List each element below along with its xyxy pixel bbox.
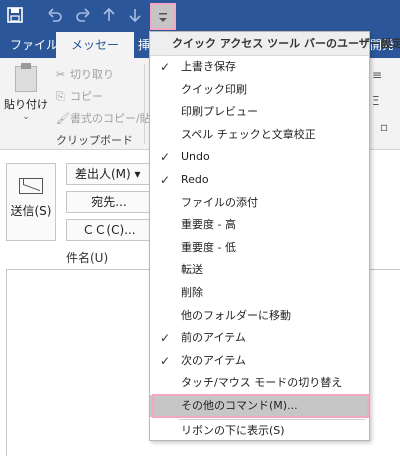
menu-item-label: その他のコマンド(M)...: [181, 399, 298, 412]
menu-item[interactable]: 他のフォルダーに移動: [150, 305, 369, 327]
menu-item[interactable]: リボンの下に表示(S): [150, 420, 369, 442]
paintbrush-icon: 🖌: [56, 112, 70, 125]
menu-title: クイック アクセス ツール バーのユーザー設定: [150, 32, 400, 56]
from-button[interactable]: 差出人(M) ▾: [66, 163, 152, 185]
paste-label: 貼り付け: [4, 98, 48, 111]
menu-item-label: 前のアイテム: [181, 331, 246, 345]
menu-item[interactable]: 重要度 - 低: [150, 237, 369, 259]
copy-button[interactable]: ⎘ コピー: [56, 88, 103, 106]
save-icon[interactable]: [4, 4, 26, 26]
to-button[interactable]: 宛先...: [66, 191, 152, 213]
redo-icon[interactable]: [72, 4, 94, 26]
clipboard-icon: [15, 63, 37, 92]
customize-qat-menu: クイック アクセス ツール バーのユーザー設定 ✓ 上書き保存クイック印刷 印刷プレ…: [149, 31, 400, 442]
menu-item[interactable]: 転送: [150, 259, 369, 281]
checkmark-icon: ✓: [159, 60, 171, 74]
menu-item-label: 転送: [181, 263, 203, 277]
menu-item[interactable]: 重要度 - 高: [150, 214, 369, 236]
scissors-icon: ✂: [56, 68, 66, 81]
customize-dropdown-icon[interactable]: [150, 3, 176, 30]
copy-label: コピー: [70, 90, 103, 103]
menu-item-label: クイック印刷: [181, 82, 247, 96]
menu-item[interactable]: ✓ Redo: [150, 169, 369, 191]
checkmark-icon: ✓: [159, 331, 171, 346]
menu-item[interactable]: その他のコマンド(M)...: [150, 395, 369, 417]
menu-item[interactable]: クイック印刷: [150, 79, 369, 101]
menu-item[interactable]: ファイルの添付: [150, 192, 369, 214]
clipboard-group-label: クリップボード: [56, 134, 133, 147]
format-painter-button[interactable]: 🖌書式のコピー/貼り: [56, 110, 162, 128]
send-envelope-icon: [19, 178, 43, 194]
checkmark-icon: ✓: [159, 173, 171, 187]
quick-access-toolbar: [0, 0, 400, 32]
ribbon-divider: [144, 64, 145, 144]
up-arrow-icon[interactable]: [98, 4, 120, 26]
paste-button[interactable]: 貼り付け ⌄: [4, 63, 48, 126]
menu-item-label: Redo: [181, 173, 209, 186]
subject-label: 件名(U): [66, 251, 109, 265]
cc-button[interactable]: ＣＣ(C)...: [66, 219, 152, 241]
menu-item[interactable]: 削除: [150, 282, 369, 304]
menu-item-label: 重要度 - 高: [181, 218, 236, 232]
format-painter-label: 書式のコピー/貼り: [70, 112, 162, 125]
menu-item[interactable]: 印刷プレビュー: [150, 101, 369, 123]
send-label: 送信(S): [10, 204, 52, 218]
menu-item-label: リボンの下に表示(S): [181, 423, 285, 437]
chevron-down-icon: ▾: [134, 167, 141, 181]
cut-button[interactable]: ✂ 切り取り: [56, 66, 114, 84]
menu-item[interactable]: スペル チェックと文章校正: [150, 124, 369, 146]
menu-item-label: 上書き保存: [181, 60, 236, 73]
menu-item-label: 削除: [181, 286, 203, 299]
expand-ribbon-group-icon[interactable]: ▫: [380, 120, 388, 134]
down-arrow-icon[interactable]: [124, 4, 146, 26]
undo-icon[interactable]: [44, 4, 66, 26]
from-label: 差出人(M): [75, 167, 131, 181]
menu-item-label: タッチ/マウス モードの切り替え: [181, 376, 343, 390]
ribbon-right-icon[interactable]: ≡: [372, 68, 382, 82]
tab-message[interactable]: メッセージ: [56, 32, 134, 78]
checkmark-icon: ✓: [159, 353, 171, 368]
menu-item[interactable]: ✓ 前のアイテム: [150, 327, 369, 349]
menu-item-label: スペル チェックと文章校正: [181, 127, 316, 141]
menu-item-label: 印刷プレビュー: [181, 105, 258, 119]
menu-item[interactable]: タッチ/マウス モードの切り替え: [150, 372, 369, 394]
copy-icon: ⎘: [56, 90, 65, 103]
chevron-down-icon[interactable]: ⌄: [4, 112, 48, 122]
ribbon-right-icon-2[interactable]: Ξ: [372, 94, 380, 108]
send-button[interactable]: 送信(S): [6, 163, 56, 241]
menu-item[interactable]: ✓ 次のアイテム: [150, 350, 369, 372]
checkmark-icon: ✓: [159, 150, 171, 165]
menu-item[interactable]: ✓ 上書き保存: [150, 56, 369, 78]
menu-item-label: ファイルの添付: [181, 195, 258, 209]
menu-item-label: 他のフォルダーに移動: [181, 308, 291, 322]
menu-item-label: Undo: [181, 150, 210, 164]
cut-label: 切り取り: [70, 68, 114, 81]
menu-item-label: 次のアイテム: [181, 353, 246, 367]
menu-item-label: 重要度 - 低: [181, 240, 236, 254]
menu-item[interactable]: ✓ Undo: [150, 146, 369, 168]
